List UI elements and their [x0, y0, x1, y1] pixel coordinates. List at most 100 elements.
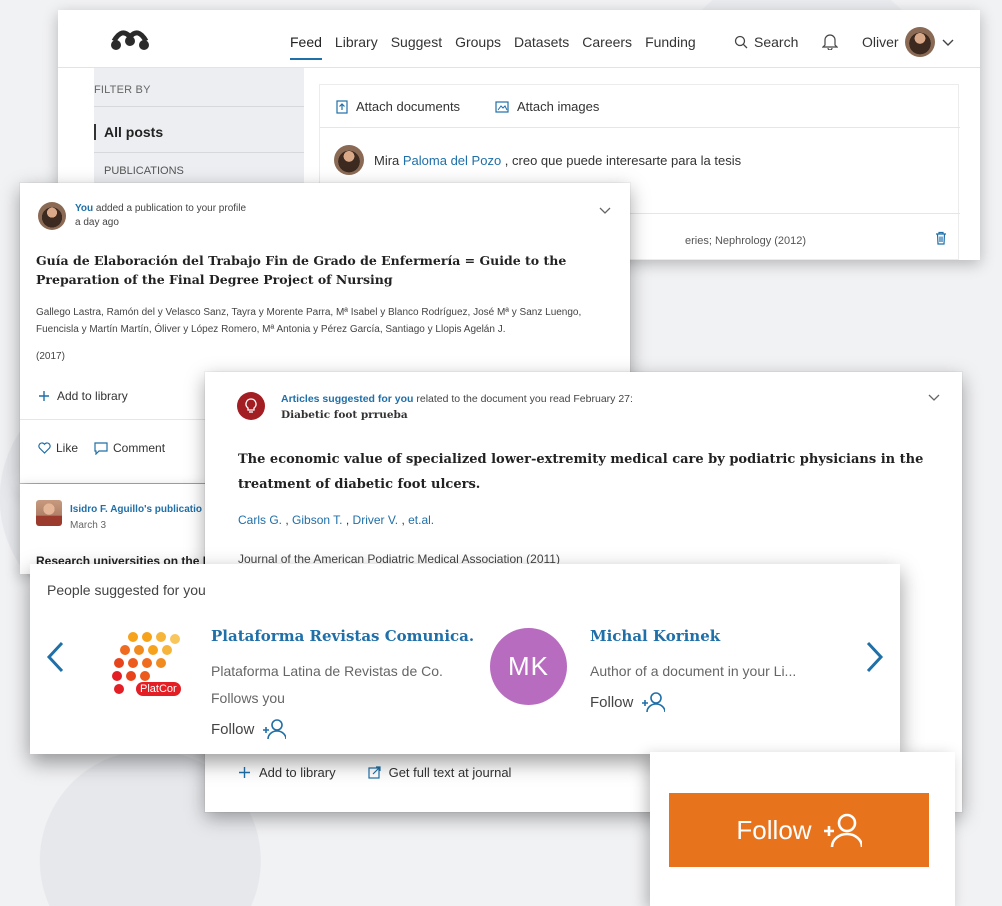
publication-year: (2017): [36, 351, 65, 362]
publication-header: You added a publication to your profile …: [38, 202, 246, 230]
like-label: Like: [56, 441, 79, 455]
filter-by-label: FILTER BY: [94, 84, 151, 96]
publication-actions: Like Comment: [38, 441, 165, 455]
add-user-icon: [641, 691, 666, 713]
publication-meta: You added a publication to your profile …: [75, 202, 246, 230]
attach-images-button[interactable]: Attach images: [495, 99, 599, 114]
add-to-library-button[interactable]: Add to library: [238, 765, 336, 780]
follow-button-platcor[interactable]: Follow: [211, 718, 287, 740]
composer-text-before: Mira: [374, 152, 403, 168]
person-name-korinek[interactable]: Michal Korinek: [590, 627, 720, 645]
top-navbar: Feed Library Suggest Groups Datasets Car…: [58, 10, 980, 68]
follow-button-label: Follow: [736, 814, 812, 845]
avatar-mk[interactable]: MK: [490, 628, 567, 705]
main-nav: Feed Library Suggest Groups Datasets Car…: [290, 34, 709, 60]
nav-library[interactable]: Library: [335, 34, 378, 60]
sidebar-divider: [94, 152, 304, 153]
isidro-avatar: [36, 500, 62, 526]
suggestion-label[interactable]: Articles suggested for you: [281, 393, 413, 405]
document-upload-icon: [336, 99, 348, 114]
publication-time: a day ago: [75, 217, 119, 228]
feed-item-isidro: Isidro F. Aguillo's publicatio March 3 R…: [20, 484, 211, 574]
comment-button[interactable]: Comment: [94, 441, 165, 455]
chevron-left-icon[interactable]: [44, 640, 66, 674]
platcor-logo[interactable]: PlatCor: [110, 630, 188, 702]
source-document[interactable]: Diabetic foot prrueba: [281, 407, 633, 423]
filter-publications[interactable]: PUBLICATIONS: [104, 165, 184, 177]
author-link[interactable]: Gibson T.: [292, 513, 342, 527]
article-authors: Carls G. , Gibson T. , Driver V. , et.al…: [238, 513, 435, 527]
people-heading: People suggested for you: [47, 582, 206, 598]
isidro-date: March 3: [70, 520, 107, 531]
like-button[interactable]: Like: [38, 441, 78, 455]
composer-text[interactable]: Mira Paloma del Pozo , creo que puede in…: [334, 145, 741, 175]
plus-icon: [238, 766, 251, 779]
nav-datasets[interactable]: Datasets: [514, 34, 569, 60]
composer-text-after: , creo que puede interesarte para la tes…: [501, 152, 742, 168]
actor-action: added a publication to your profile: [93, 203, 247, 214]
mendeley-logo-icon[interactable]: [108, 27, 152, 53]
search-button[interactable]: Search: [734, 34, 798, 50]
follow-button-korinek[interactable]: Follow: [590, 691, 666, 713]
comment-label: Comment: [113, 441, 166, 455]
user-avatar: [904, 27, 935, 57]
publication-title[interactable]: Guía de Elaboración del Trabajo Fin de G…: [36, 251, 616, 289]
follow-button[interactable]: Follow: [669, 793, 929, 867]
author-link[interactable]: Carls G.: [238, 513, 282, 527]
nav-groups[interactable]: Groups: [455, 34, 501, 60]
image-icon: [495, 100, 509, 113]
attach-documents-button[interactable]: Attach documents: [336, 99, 460, 114]
follows-you-label: Follows you: [211, 690, 285, 706]
suggestion-header: Articles suggested for you related to th…: [281, 391, 633, 423]
search-icon: [734, 35, 748, 49]
full-text-label: Get full text at journal: [388, 765, 512, 780]
publication-authors: Gallego Lastra, Ramón del y Velasco Sanz…: [36, 307, 582, 335]
chevron-down-icon[interactable]: [927, 392, 941, 402]
add-to-library-button[interactable]: Add to library: [38, 389, 128, 403]
suggestion-context: related to the document you read Februar…: [413, 393, 633, 405]
person-desc-platcor: Plataforma Latina de Revistas de Co.: [211, 663, 443, 679]
platcor-logo-text: PlatCor: [136, 682, 181, 696]
chevron-right-icon[interactable]: [864, 640, 886, 674]
person-name-platcor[interactable]: Plataforma Revistas Comunica.: [211, 627, 474, 645]
add-user-icon: [822, 812, 862, 848]
attach-images-label: Attach images: [517, 99, 600, 114]
attach-documents-label: Attach documents: [356, 99, 461, 114]
bell-icon[interactable]: [822, 32, 838, 50]
plus-icon: [38, 390, 50, 402]
full-text-button[interactable]: Get full text at journal: [367, 765, 512, 780]
trash-icon[interactable]: [935, 231, 947, 245]
add-to-library-label: Add to library: [259, 765, 336, 780]
article-actions: Add to library Get full text at journal: [238, 765, 511, 780]
comment-icon: [94, 441, 108, 455]
search-label: Search: [754, 34, 799, 50]
add-user-icon: [262, 718, 287, 740]
composer-message: Mira Paloma del Pozo , creo que puede in…: [374, 153, 741, 168]
feed-item-peek: eries; Nephrology (2012): [685, 235, 807, 247]
mention-link[interactable]: Paloma del Pozo: [403, 153, 501, 168]
composer-divider: [320, 127, 960, 128]
chevron-down-icon[interactable]: [598, 205, 612, 215]
filter-all-posts[interactable]: All posts: [94, 124, 163, 140]
nav-suggest[interactable]: Suggest: [391, 34, 442, 60]
follow-button-zoom: Follow: [650, 752, 955, 906]
person-desc-korinek: Author of a document in your Li...: [590, 663, 797, 679]
external-link-icon: [367, 766, 381, 779]
article-title[interactable]: The economic value of specialized lower-…: [238, 447, 958, 497]
follow-label: Follow: [590, 693, 634, 711]
follow-label: Follow: [211, 720, 255, 738]
heart-icon: [38, 442, 51, 454]
nav-careers[interactable]: Careers: [582, 34, 632, 60]
nav-feed[interactable]: Feed: [290, 34, 322, 60]
user-menu[interactable]: Oliver: [862, 27, 955, 57]
actor-link[interactable]: You: [75, 203, 93, 214]
composer-avatar: [334, 145, 364, 175]
author-link[interactable]: Driver V.: [353, 513, 399, 527]
user-name: Oliver: [862, 34, 899, 50]
isidro-name[interactable]: Isidro F. Aguillo's publicatio: [70, 504, 202, 515]
author-link[interactable]: et.al.: [408, 513, 434, 527]
author-avatar: [38, 202, 66, 230]
sidebar-divider: [94, 106, 304, 107]
add-to-library-label: Add to library: [57, 389, 128, 403]
nav-funding[interactable]: Funding: [645, 34, 696, 60]
